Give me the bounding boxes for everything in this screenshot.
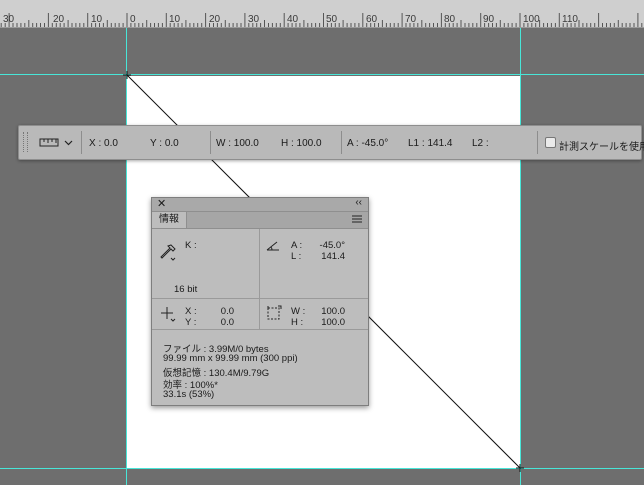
ruler-label: 110	[562, 14, 578, 25]
collapse-icon[interactable]: ‹‹	[355, 197, 362, 208]
ruler-label: 50	[326, 14, 338, 25]
ruler-label: 30	[248, 14, 260, 25]
panel-tab-row: 情報	[152, 212, 368, 229]
measure-l1: L1 : 141.4	[408, 138, 453, 149]
ruler-label: 60	[366, 14, 378, 25]
divider	[259, 299, 260, 329]
l-value: 141.4	[321, 251, 345, 262]
divider	[259, 229, 260, 298]
measure-angle: A : -45.0°	[347, 138, 389, 149]
k-label: K :	[185, 240, 197, 251]
ruler-label: 10	[91, 14, 103, 25]
w-label: W :	[291, 306, 306, 317]
ruler-icon	[39, 138, 73, 147]
ruler-label: 30	[3, 14, 15, 25]
a-value: -45.0°	[319, 240, 345, 251]
tab-info[interactable]: 情報	[152, 212, 187, 228]
measure-w: W : 100.0	[216, 138, 259, 149]
measure-h: H : 100.0	[281, 138, 322, 149]
ruler-label: 0	[130, 14, 136, 25]
horizontal-ruler[interactable]: 30 20 10 0 10 20 30 40 50 60 70 80 90 10…	[0, 0, 644, 28]
use-measurement-scale-checkbox[interactable]	[545, 137, 556, 148]
h-label: H :	[291, 317, 304, 328]
use-measurement-scale-label[interactable]: 計測スケールを使用	[559, 138, 644, 153]
timing-status: 33.1s (53%)	[163, 389, 215, 400]
x-label: X :	[185, 306, 197, 317]
chevron-down-icon	[64, 140, 73, 146]
w-value: 100.0	[321, 306, 345, 317]
x-value: 0.0	[220, 306, 234, 317]
ruler-label: 20	[209, 14, 221, 25]
measure-x: X : 0.0	[89, 138, 118, 149]
separator	[341, 131, 342, 154]
divider	[152, 298, 368, 299]
measure-options-bar: X : 0.0 Y : 0.0 W : 100.0 H : 100.0 A : …	[18, 125, 644, 160]
ruler-label: 100	[523, 14, 540, 25]
ruler-label: 40	[287, 14, 299, 25]
angle-icon	[266, 241, 279, 251]
measure-y: Y : 0.0	[150, 138, 179, 149]
ruler-label: 10	[169, 14, 181, 25]
tool-preset-picker[interactable]	[39, 136, 79, 150]
ruler-label: 70	[405, 14, 417, 25]
info-panel: ✕ ‹‹ 情報 K : 16 bit A : -45.0° L : 141.4 …	[151, 197, 369, 406]
panel-titlebar[interactable]: ✕ ‹‹	[152, 197, 368, 212]
y-label: Y :	[185, 317, 197, 328]
a-label: A :	[291, 240, 303, 251]
separator	[210, 131, 211, 154]
document-dimensions-status: 99.99 mm x 99.99 mm (300 ppi)	[163, 353, 298, 364]
crosshair-icon	[161, 307, 176, 322]
separator	[81, 131, 82, 154]
divider	[152, 329, 368, 330]
eyedropper-icon[interactable]	[160, 244, 176, 262]
measure-l2: L2 :	[472, 138, 489, 149]
ruler-label: 20	[53, 14, 65, 25]
close-icon[interactable]: ✕	[157, 197, 166, 210]
separator	[537, 131, 538, 154]
y-value: 0.0	[220, 317, 234, 328]
bit-depth: 16 bit	[174, 284, 198, 295]
ruler-label: 90	[483, 14, 495, 25]
panel-menu-icon[interactable]	[352, 214, 362, 224]
l-label: L :	[291, 251, 302, 262]
selection-size-icon	[267, 305, 282, 320]
h-value: 100.0	[321, 317, 345, 328]
ruler-label: 80	[444, 14, 456, 25]
options-bar-grip[interactable]	[23, 132, 28, 152]
